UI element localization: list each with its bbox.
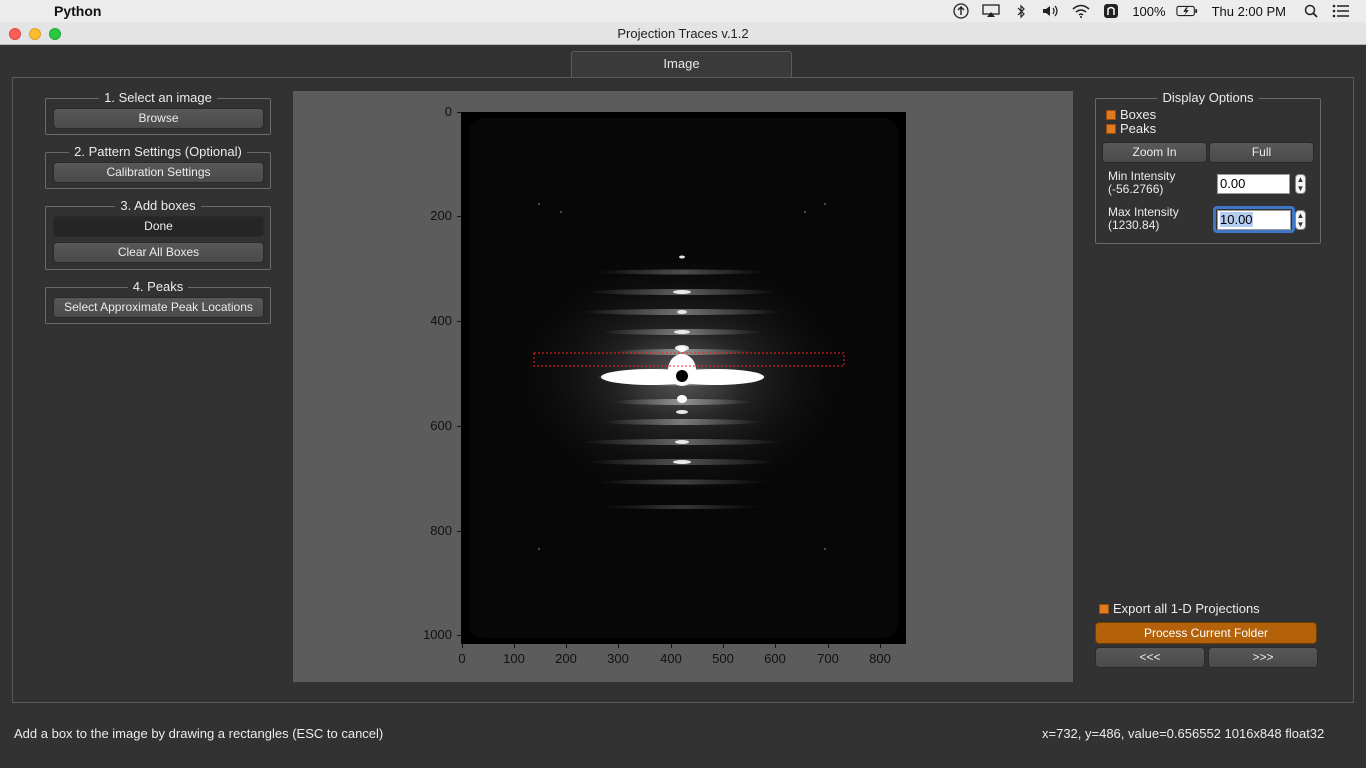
x-tick-label: 600	[764, 651, 786, 666]
battery-icon[interactable]	[1175, 3, 1198, 19]
x-tickmark	[723, 644, 724, 648]
add-boxes-group: 3. Add boxes Done Clear All Boxes	[45, 198, 271, 270]
window-title: Projection Traces v.1.2	[617, 26, 749, 41]
full-button[interactable]: Full	[1209, 142, 1314, 163]
x-tickmark	[566, 644, 567, 648]
x-tick-label: 100	[503, 651, 525, 666]
y-tickmark	[457, 321, 461, 322]
upload-icon[interactable]	[950, 3, 972, 19]
app-status-icon[interactable]	[1100, 3, 1122, 19]
x-tick-label: 500	[712, 651, 734, 666]
y-tick-label: 400	[430, 313, 452, 328]
next-button[interactable]: >>>	[1208, 647, 1318, 668]
y-tickmark	[457, 635, 461, 636]
menu-bar: Python 100% Thu 2:00 PM	[0, 0, 1366, 22]
status-message: Add a box to the image by drawing a rect…	[14, 726, 384, 741]
select-image-title: 1. Select an image	[99, 90, 217, 105]
x-tickmark	[671, 644, 672, 648]
diffraction-pattern-svg	[469, 118, 898, 638]
diffraction-image[interactable]	[461, 112, 906, 644]
x-tick-label: 200	[555, 651, 577, 666]
previous-button[interactable]: <<<	[1095, 647, 1205, 668]
y-tick-label: 800	[430, 523, 452, 538]
x-tickmark	[462, 644, 463, 648]
display-options-group: Display Options Boxes Peaks Zoom In Full…	[1095, 90, 1321, 244]
select-image-group: 1. Select an image Browse	[45, 90, 271, 135]
boxes-checkbox[interactable]	[1106, 110, 1116, 120]
y-tick-label: 0	[444, 104, 452, 119]
x-tick-label: 700	[817, 651, 839, 666]
y-tickmark	[457, 216, 461, 217]
x-tickmark	[514, 644, 515, 648]
zoom-in-button[interactable]: Zoom In	[1102, 142, 1207, 163]
y-tick-label: 1000	[423, 627, 452, 642]
max-intensity-label: Max Intensity	[1108, 205, 1179, 219]
cursor-coordinates: x=732, y=486, value=0.656552 1016x848 fl…	[1042, 726, 1325, 741]
window-title-bar: Projection Traces v.1.2	[0, 22, 1366, 45]
min-intensity-range: (-56.2766)	[1108, 182, 1164, 196]
x-tickmark	[880, 644, 881, 648]
app-menu[interactable]: Python	[54, 3, 101, 19]
browse-button[interactable]: Browse	[53, 108, 264, 129]
add-boxes-title: 3. Add boxes	[115, 198, 201, 213]
select-peak-locations-button[interactable]: Select Approximate Peak Locations	[53, 297, 264, 318]
y-tick-label: 600	[430, 418, 452, 433]
clear-all-boxes-button[interactable]: Clear All Boxes	[53, 242, 264, 263]
airplay-icon[interactable]	[980, 3, 1002, 19]
x-tickmark	[775, 644, 776, 648]
calibration-settings-button[interactable]: Calibration Settings	[53, 162, 264, 183]
x-tick-label: 0	[458, 651, 466, 666]
peaks-group: 4. Peaks Select Approximate Peak Locatio…	[45, 279, 271, 324]
x-tick-label: 300	[607, 651, 629, 666]
peaks-checkbox-label: Peaks	[1120, 121, 1157, 136]
max-intensity-selected-value: 10.00	[1220, 212, 1253, 227]
y-tick-label: 200	[430, 208, 452, 223]
min-intensity-stepper[interactable]: ▲ ▼	[1295, 174, 1306, 194]
volume-icon[interactable]	[1040, 3, 1062, 19]
x-tick-label: 400	[660, 651, 682, 666]
pattern-settings-title: 2. Pattern Settings (Optional)	[69, 144, 247, 159]
peaks-checkbox[interactable]	[1106, 124, 1116, 134]
battery-percent: 100%	[1132, 3, 1166, 19]
y-tickmark	[457, 531, 461, 532]
min-intensity-label: Min Intensity	[1108, 169, 1176, 183]
max-intensity-input[interactable]: 10.00	[1217, 210, 1291, 230]
max-intensity-range: (1230.84)	[1108, 218, 1160, 232]
x-tickmark	[618, 644, 619, 648]
notification-center-icon[interactable]	[1330, 3, 1352, 19]
spotlight-search-icon[interactable]	[1300, 3, 1322, 19]
max-intensity-stepper[interactable]: ▲ ▼	[1295, 210, 1306, 230]
export-projections-checkbox[interactable]	[1099, 604, 1109, 614]
y-tickmark	[457, 112, 461, 113]
min-intensity-input[interactable]: 0.00	[1217, 174, 1290, 194]
boxes-checkbox-label: Boxes	[1120, 107, 1157, 122]
export-projections-label: Export all 1-D Projections	[1113, 601, 1260, 616]
y-tickmark	[457, 426, 461, 427]
display-options-title: Display Options	[1157, 90, 1259, 105]
peaks-title: 4. Peaks	[127, 279, 189, 294]
process-current-folder-button[interactable]: Process Current Folder	[1095, 622, 1317, 644]
tab-image[interactable]: Image	[571, 51, 792, 77]
x-tickmark	[828, 644, 829, 648]
done-button[interactable]: Done	[53, 216, 264, 237]
pattern-settings-group: 2. Pattern Settings (Optional) Calibrati…	[45, 144, 271, 189]
bluetooth-icon[interactable]	[1010, 3, 1032, 19]
wifi-icon[interactable]	[1070, 3, 1092, 19]
x-tick-label: 800	[869, 651, 891, 666]
clock[interactable]: Thu 2:00 PM	[1212, 4, 1286, 19]
